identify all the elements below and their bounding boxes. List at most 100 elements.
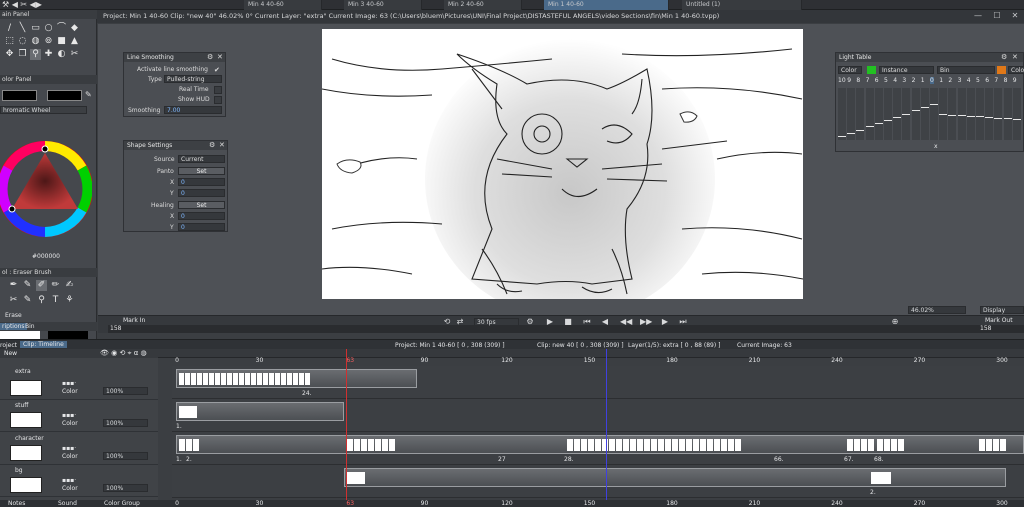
layer-row[interactable]: bg ▪▪▪· Color 100%: [0, 465, 158, 497]
green-swatch[interactable]: [867, 66, 876, 74]
light-table-slider[interactable]: [847, 88, 856, 140]
mark-in-value[interactable]: 158: [110, 325, 121, 332]
bin-select[interactable]: Bin: [937, 66, 995, 74]
ellipse-icon[interactable]: ○: [43, 23, 54, 34]
close-icon[interactable]: ✕: [1010, 11, 1020, 21]
layer-opacity-field[interactable]: 100%: [103, 419, 148, 427]
light-table-slider[interactable]: [838, 88, 846, 140]
light-table-sliders[interactable]: [838, 88, 1024, 143]
project-tab[interactable]: Min 4 40-60: [244, 0, 322, 10]
rewind-icon[interactable]: ◀◀: [620, 317, 632, 327]
next-frame-icon[interactable]: ▶: [660, 317, 670, 327]
light-table-slider[interactable]: [920, 88, 929, 140]
show-hud-checkbox[interactable]: [214, 96, 222, 104]
marker-icon[interactable]: ✍: [64, 280, 75, 291]
light-table-slider[interactable]: [902, 88, 911, 140]
knife-icon[interactable]: ✎: [22, 295, 33, 306]
dialog-menu-icon[interactable]: ⚙: [207, 53, 213, 61]
notes-tab[interactable]: Notes: [8, 500, 25, 507]
stop-icon[interactable]: ■: [563, 317, 573, 327]
primary-color-swatch[interactable]: [2, 90, 37, 101]
descriptions-tab[interactable]: riptions: [0, 323, 27, 330]
dialog-close-icon[interactable]: ✕: [1012, 53, 1018, 61]
display-select[interactable]: Display: [980, 306, 1024, 314]
zoom-field[interactable]: 46.02%: [908, 306, 966, 314]
bucket-icon[interactable]: ▲: [69, 36, 80, 47]
layer-opacity-field[interactable]: 100%: [103, 452, 148, 460]
minimize-icon[interactable]: —: [973, 11, 983, 21]
healing-x-field[interactable]: 0: [178, 212, 225, 220]
stamp-icon[interactable]: ■: [56, 36, 67, 47]
fill-icon[interactable]: ◍: [30, 36, 41, 47]
prev-frame-icon[interactable]: ◀: [600, 317, 610, 327]
track-lane[interactable]: 1. 2. 27 28. 66. 67. 68.: [172, 432, 1024, 465]
forward-icon[interactable]: ▶▶: [640, 317, 652, 327]
mark-marker[interactable]: [606, 349, 607, 507]
activate-smoothing-checkbox[interactable]: ✔: [214, 66, 220, 74]
layer-row[interactable]: stuff ▪▪▪· Color 100%: [0, 400, 158, 432]
eyedropper-icon[interactable]: ✎: [85, 90, 92, 99]
light-table-slider[interactable]: [976, 88, 984, 140]
track-lane[interactable]: 2.: [172, 465, 1024, 498]
layer-row[interactable]: character ▪▪▪· Color 100%: [0, 433, 158, 465]
orange-swatch[interactable]: [997, 66, 1006, 74]
light-table-slider[interactable]: [893, 88, 902, 140]
dialog-close-icon[interactable]: ✕: [219, 141, 225, 149]
layer-lock-icons[interactable]: ▪▪▪·: [62, 412, 76, 419]
pencil-icon[interactable]: ✎: [22, 280, 33, 291]
clip-timeline-tab[interactable]: Clip: Timeline: [20, 341, 67, 348]
shape-icon[interactable]: ⊚: [43, 36, 54, 47]
light-table-color-select[interactable]: Color: [838, 66, 862, 74]
layer-lock-icons[interactable]: ▪▪▪·: [62, 380, 76, 387]
track-lane[interactable]: 1.: [172, 399, 1024, 432]
settings-icon[interactable]: ⚙: [525, 317, 535, 327]
project-tab[interactable]: Min 2 40-60: [444, 0, 522, 10]
light-table-slider[interactable]: [966, 88, 975, 140]
tool-shortcuts[interactable]: ⚒ ◀ ✂ ◀▶: [2, 0, 42, 9]
fps-select[interactable]: 30 fps: [474, 318, 519, 326]
warp-icon[interactable]: ✥: [4, 49, 15, 60]
light-table-slider[interactable]: [856, 88, 865, 140]
color-wheel[interactable]: [0, 133, 92, 249]
light-table-slider[interactable]: [865, 88, 874, 140]
light-table-slider[interactable]: [948, 88, 957, 140]
dialog-close-icon[interactable]: ✕: [217, 53, 223, 61]
project-tab-active[interactable]: Min 1 40-60: [544, 0, 669, 10]
light-table-slider[interactable]: [939, 88, 948, 140]
timeline-clip[interactable]: [176, 435, 1024, 454]
lasso-icon[interactable]: ◌: [17, 36, 28, 47]
timeline-clip[interactable]: [344, 468, 1006, 487]
timeline-clip[interactable]: [176, 402, 344, 421]
instance-select[interactable]: Instance: [879, 66, 934, 74]
project-tab[interactable]: roject: [0, 342, 17, 349]
light-table-slider[interactable]: [884, 88, 892, 140]
line-icon[interactable]: ╲: [17, 23, 28, 34]
airbrush-icon[interactable]: ✏: [50, 280, 61, 291]
track-lane[interactable]: 24.: [172, 366, 1024, 399]
eraser-brush-icon[interactable]: ✐: [36, 280, 47, 291]
project-tab[interactable]: Min 3 40-60: [344, 0, 422, 10]
eraser-icon[interactable]: ◆: [69, 23, 80, 34]
color-right-select[interactable]: Colo: [1008, 66, 1024, 74]
healing-y-field[interactable]: 0: [178, 223, 225, 231]
light-table-slider[interactable]: [911, 88, 920, 140]
light-table-slider[interactable]: [930, 88, 938, 140]
move-icon[interactable]: ✚: [43, 49, 54, 60]
light-table-slider[interactable]: [985, 88, 994, 140]
layer-opacity-field[interactable]: 100%: [103, 484, 148, 492]
panto-x-field[interactable]: 0: [178, 178, 225, 186]
real-time-checkbox[interactable]: [214, 86, 222, 94]
first-frame-icon[interactable]: ⏮: [582, 317, 592, 327]
light-table-slider[interactable]: [874, 88, 883, 140]
active-tool-icon[interactable]: ⚲: [30, 49, 41, 60]
wheel-mode-select[interactable]: hromatic Wheel: [0, 106, 87, 114]
zoom-icon[interactable]: ⊕: [890, 317, 900, 327]
source-select[interactable]: Current: [178, 155, 225, 163]
bin-tab[interactable]: Bin: [25, 323, 35, 330]
new-layer-button[interactable]: New: [4, 350, 17, 357]
project-tab[interactable]: Untitled (1): [682, 0, 802, 10]
sound-tab[interactable]: Sound: [58, 500, 77, 507]
play-icon[interactable]: ▶: [545, 317, 555, 327]
layer-tools-icons[interactable]: 👁 ◉ ⟲ ⌖ α ◍: [100, 349, 147, 358]
layer-row[interactable]: extra ▪▪▪· Color 100%: [0, 368, 158, 400]
